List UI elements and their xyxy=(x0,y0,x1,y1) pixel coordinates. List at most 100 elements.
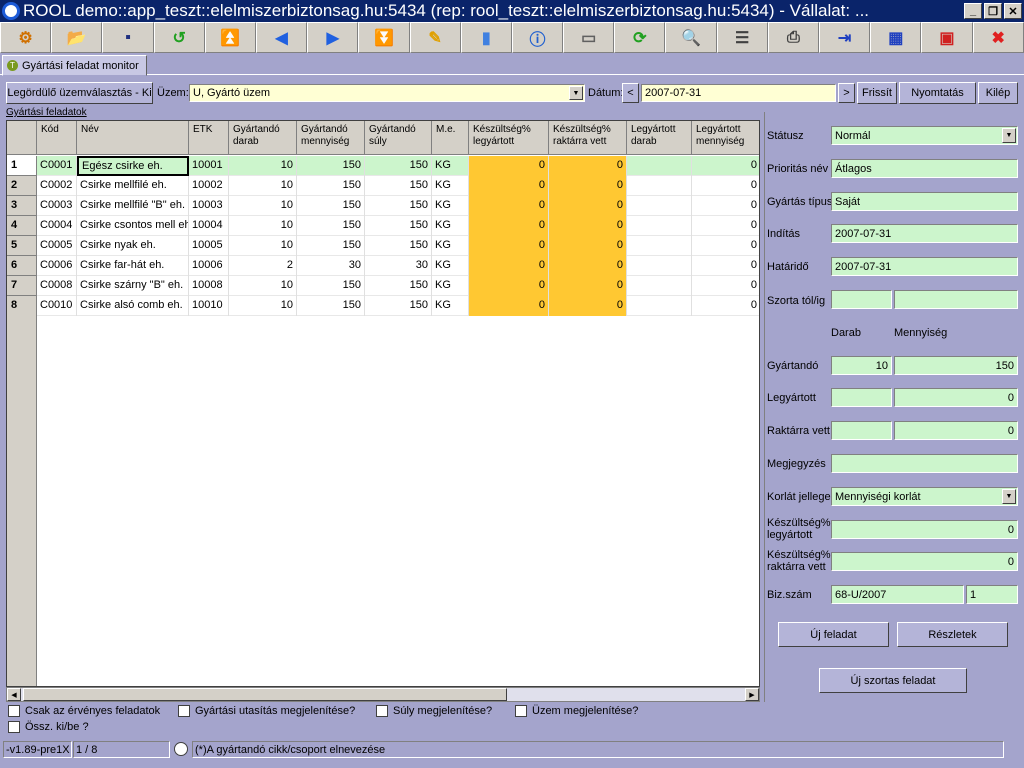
refresh-green-icon[interactable]: ↺ xyxy=(153,22,205,53)
doc-sub-input[interactable]: 1 xyxy=(966,585,1018,604)
table-row[interactable]: 6 C0006 Csirke far-hát eh. 10006 2 30 30 KG 0 0 0 xyxy=(7,256,759,276)
show-instructions-checkbox[interactable]: Gyártási utasítás megjelenítése? xyxy=(178,705,355,717)
col-header[interactable]: Legyártott darab xyxy=(627,121,692,155)
print-button[interactable]: Nyomtatás xyxy=(899,82,976,104)
start-date-input[interactable]: 2007-07-31 xyxy=(831,224,1018,243)
table-cell[interactable]: 2 xyxy=(229,256,297,276)
table-cell[interactable]: 10004 xyxy=(189,216,229,236)
table-cell[interactable]: 0 xyxy=(549,176,627,196)
show-weight-checkbox[interactable]: Súly megjelenítése? xyxy=(376,705,492,717)
database-icon[interactable]: ▮ xyxy=(460,22,512,53)
batch-to-input[interactable] xyxy=(894,290,1018,309)
table-cell[interactable]: Csirke far-hát eh. xyxy=(77,256,189,276)
table-cell[interactable]: 0 xyxy=(549,296,627,316)
row-number[interactable]: 8 xyxy=(7,296,37,316)
col-header[interactable]: ETK xyxy=(189,121,229,155)
col-header[interactable]: Készültség% raktárra vett xyxy=(549,121,627,155)
table-cell[interactable] xyxy=(627,156,692,176)
col-header[interactable]: Gyártandó súly xyxy=(365,121,432,155)
export-icon[interactable]: ⇥ xyxy=(819,22,871,53)
col-header[interactable]: Kód xyxy=(37,121,77,155)
table-cell[interactable]: 0 xyxy=(549,236,627,256)
status-radio-icon[interactable] xyxy=(174,742,188,756)
close-red-icon[interactable]: ✖ xyxy=(972,22,1024,53)
pct-stored-input[interactable]: 0 xyxy=(831,552,1018,571)
table-cell[interactable]: 150 xyxy=(297,196,365,216)
next-record-icon[interactable]: ▶ xyxy=(307,22,359,53)
table-cell[interactable]: KG xyxy=(432,276,469,296)
table-cell[interactable]: 10 xyxy=(229,276,297,296)
checkbox-box[interactable] xyxy=(178,705,190,717)
sync-icon[interactable]: ⟳ xyxy=(614,22,666,53)
type-input[interactable]: Saját xyxy=(831,192,1018,211)
table-icon[interactable]: ▦ xyxy=(870,22,922,53)
col-header[interactable]: M.e. xyxy=(432,121,469,155)
plant-select[interactable]: U, Gyártó üzem ▼ xyxy=(189,84,585,102)
table-cell[interactable] xyxy=(627,196,692,216)
table-cell[interactable]: C0006 xyxy=(37,256,77,276)
table-cell[interactable]: C0002 xyxy=(37,176,77,196)
open-folder-icon[interactable]: 📂 xyxy=(51,22,103,53)
plant-select-toggle-button[interactable]: Legördülő üzemválasztás - Ki xyxy=(6,82,153,104)
doc-number-input[interactable]: 68-U/2007 xyxy=(831,585,964,604)
table-cell[interactable]: 0 xyxy=(549,216,627,236)
table-cell[interactable]: Csirke csontos mell eh xyxy=(77,216,189,236)
table-cell[interactable] xyxy=(627,276,692,296)
prev-record-icon[interactable]: ◀ xyxy=(255,22,308,53)
search-icon[interactable]: 🔍 xyxy=(665,22,717,53)
grid-hscrollbar[interactable]: ◀ ▶ xyxy=(6,687,760,702)
limit-select[interactable]: Mennyiségi korlát ▼ xyxy=(831,487,1018,506)
row-number[interactable]: 7 xyxy=(7,276,37,296)
table-cell[interactable]: 0 xyxy=(692,216,759,236)
table-row[interactable]: 7 C0008 Csirke szárny "B" eh. 10008 10 150 150… xyxy=(7,276,759,296)
table-cell[interactable]: 0 xyxy=(692,176,759,196)
row-number[interactable]: 4 xyxy=(7,216,37,236)
row-number[interactable]: 5 xyxy=(7,236,37,256)
table-cell[interactable]: KG xyxy=(432,216,469,236)
table-cell[interactable]: 10001 xyxy=(189,156,229,176)
table-cell[interactable]: 150 xyxy=(297,296,365,316)
table-cell[interactable]: Csirke nyak eh. xyxy=(77,236,189,256)
save-icon[interactable]: ▪ xyxy=(102,22,154,53)
status-select[interactable]: Normál ▼ xyxy=(831,126,1018,145)
col-header[interactable]: Gyártandó darab xyxy=(229,121,297,155)
table-cell[interactable]: 0 xyxy=(549,256,627,276)
table-cell[interactable]: 0 xyxy=(692,196,759,216)
minimize-icon[interactable]: _ xyxy=(964,3,982,19)
stored-count-input[interactable] xyxy=(831,421,892,440)
restore-icon[interactable]: ❐ xyxy=(984,3,1002,19)
scroll-right-icon[interactable]: ▶ xyxy=(745,688,759,701)
produced-qty-input[interactable]: 0 xyxy=(894,388,1018,407)
table-cell[interactable]: 150 xyxy=(365,276,432,296)
sum-toggle-checkbox[interactable]: Össz. ki/be ? xyxy=(8,721,89,733)
table-cell[interactable]: 0 xyxy=(469,276,549,296)
date-input[interactable]: 2007-07-31 xyxy=(641,84,836,102)
table-cell[interactable]: 150 xyxy=(297,156,365,176)
details-button[interactable]: Részletek xyxy=(897,622,1008,647)
note-input[interactable] xyxy=(831,454,1018,473)
date-prev-button[interactable]: < xyxy=(622,83,639,103)
table-cell[interactable]: 150 xyxy=(365,156,432,176)
table-cell[interactable]: C0008 xyxy=(37,276,77,296)
checkbox-box[interactable] xyxy=(515,705,527,717)
table-cell[interactable]: 10 xyxy=(229,176,297,196)
date-next-button[interactable]: > xyxy=(838,83,855,103)
exit-run-icon[interactable]: ⚙ xyxy=(0,22,52,53)
section-link[interactable]: Gyártási feladatok xyxy=(6,107,87,118)
checkbox-box[interactable] xyxy=(8,705,20,717)
table-cell[interactable]: 0 xyxy=(692,156,759,176)
table-row[interactable]: 5 C0005 Csirke nyak eh. 10005 10 150 150 KG 0 0 0 xyxy=(7,236,759,256)
new-batch-task-button[interactable]: Új szortas feladat xyxy=(819,668,967,693)
table-cell[interactable]: 10003 xyxy=(189,196,229,216)
table-cell[interactable]: 0 xyxy=(692,276,759,296)
printer-icon[interactable]: ⎙ xyxy=(767,22,819,53)
table-cell[interactable]: 150 xyxy=(365,216,432,236)
row-number[interactable]: 3 xyxy=(7,196,37,216)
table-cell[interactable]: 0 xyxy=(469,196,549,216)
row-number[interactable]: 6 xyxy=(7,256,37,276)
chevron-down-icon[interactable]: ▼ xyxy=(569,86,583,100)
tab-production-monitor[interactable]: T Gyártási feladat monitor xyxy=(2,55,147,76)
table-cell[interactable]: 10 xyxy=(229,156,297,176)
table-cell[interactable]: 150 xyxy=(365,236,432,256)
col-header[interactable]: Készültség% legyártott xyxy=(469,121,549,155)
